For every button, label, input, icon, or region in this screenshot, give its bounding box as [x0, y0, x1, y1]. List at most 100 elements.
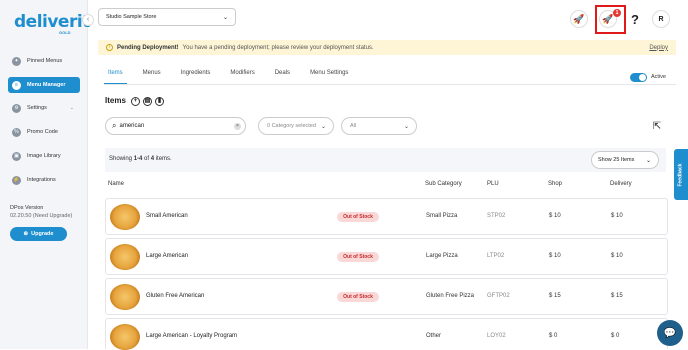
- page-size-value: Show 25 Items: [598, 157, 635, 163]
- logo-sub: GOLD: [59, 30, 71, 35]
- tab-items[interactable]: Items: [104, 70, 127, 84]
- item-plu: LOY02: [487, 333, 506, 339]
- tab-deals[interactable]: Deals: [271, 70, 294, 84]
- sidebar-item-image-library[interactable]: ▣ Image Library: [8, 148, 80, 164]
- chat-icon: 💬: [663, 327, 677, 339]
- status-badge: Out of Stock: [337, 212, 379, 222]
- feedback-tab[interactable]: Feedback: [674, 149, 688, 200]
- tab-modifiers[interactable]: Modifiers: [226, 70, 258, 84]
- sidebar-item-label: Pinned Menus: [27, 58, 63, 64]
- page-size-select[interactable]: Show 25 Items ⌄: [591, 151, 659, 169]
- pending-deployment-alert: i Pending Deployment! You have a pending…: [98, 40, 676, 55]
- search-input[interactable]: ⌕ american ×: [105, 117, 246, 135]
- item-name: Gluten Free American: [146, 293, 205, 299]
- tab-menus[interactable]: Menus: [139, 70, 165, 84]
- gear-icon: ⚙: [12, 103, 21, 113]
- alert-title: Pending Deployment!: [117, 44, 179, 51]
- collapse-sidebar-button[interactable]: ‹: [82, 14, 94, 26]
- chevron-down-icon: ⌄: [320, 123, 326, 130]
- category-value: 0 Category selected: [267, 123, 316, 129]
- item-shop-price: $ 0: [549, 333, 558, 339]
- image-icon: ▣: [12, 151, 21, 161]
- sidebar-item-menu-manager[interactable]: ≡ Menu Manager: [8, 77, 80, 93]
- search-icon: ⌕: [112, 121, 117, 130]
- rocket-icon: 🚀: [573, 13, 585, 24]
- help-button[interactable]: ?: [626, 10, 644, 28]
- pizza-image: [110, 284, 140, 310]
- category-select[interactable]: 0 Category selected ⌄: [258, 117, 334, 135]
- upgrade-label: Upgrade: [31, 231, 54, 237]
- table-row[interactable]: Large American - Loyalty Program Other L…: [105, 318, 668, 350]
- status-badge: Out of Stock: [337, 252, 379, 262]
- alert-message: You have a pending deployment; please re…: [182, 44, 374, 51]
- avatar[interactable]: R: [652, 10, 670, 28]
- item-sub-category: Large Pizza: [426, 253, 458, 259]
- sidebar: deliverit GOLD ✦ Pinned Menus ≡ Menu Man…: [0, 0, 90, 349]
- showing-prefix: Showing: [109, 156, 134, 162]
- select-mode-icon[interactable]: ⇱: [648, 117, 666, 135]
- logo[interactable]: deliverit: [14, 12, 90, 32]
- info-icon: i: [106, 44, 113, 51]
- menu-icon: ≡: [12, 80, 21, 90]
- column-header-name[interactable]: Name: [108, 181, 124, 187]
- column-header-delivery[interactable]: Delivery: [610, 181, 632, 187]
- rocket-icon: 🚀: [602, 13, 614, 24]
- plug-icon: ⚡: [12, 175, 21, 185]
- table-row[interactable]: Small American Out of Stock Small Pizza …: [105, 198, 668, 235]
- table-row[interactable]: Gluten Free American Out of Stock Gluten…: [105, 278, 668, 315]
- sidebar-item-label: Menu Manager: [27, 82, 66, 88]
- tab-menu-settings[interactable]: Menu Settings: [306, 70, 352, 84]
- upgrade-icon: ⊕: [23, 231, 29, 237]
- item-shop-price: $ 15: [549, 293, 561, 299]
- item-name: Small American: [146, 213, 188, 219]
- table-row[interactable]: Large American Out of Stock Large Pizza …: [105, 238, 668, 275]
- item-shop-price: $ 10: [549, 253, 561, 259]
- sidebar-item-integrations[interactable]: ⚡ Integrations: [8, 172, 80, 188]
- summary-bar: [105, 148, 666, 172]
- deploy-link[interactable]: Deploy: [649, 45, 668, 51]
- column-header-plu[interactable]: PLU: [487, 181, 499, 187]
- column-header-sub-category[interactable]: Sub Category: [425, 181, 462, 187]
- rocket-button[interactable]: 🚀: [570, 10, 588, 28]
- pizza-image: [110, 244, 140, 270]
- item-plu: STP02: [487, 213, 506, 219]
- item-plu: GFTP02: [487, 293, 510, 299]
- store-name: Studio Sample Store: [106, 14, 157, 20]
- chevron-down-icon: ⌄: [645, 157, 651, 164]
- sidebar-item-promo-code[interactable]: % Promo Code: [8, 124, 80, 140]
- sidebar-item-label: Promo Code: [27, 129, 58, 135]
- bookmark-icon[interactable]: ▮: [155, 97, 164, 106]
- notification-badge: 1: [613, 9, 621, 17]
- tab-ingredients[interactable]: Ingredients: [177, 70, 215, 84]
- feedback-label: Feedback: [678, 162, 685, 187]
- showing-text: Showing 1-4 of 4 items.: [109, 156, 172, 162]
- add-item-icon[interactable]: +: [131, 97, 140, 106]
- active-toggle[interactable]: [630, 73, 647, 82]
- sidebar-item-pinned-menus[interactable]: ✦ Pinned Menus: [8, 53, 80, 69]
- status-value: All: [350, 123, 357, 129]
- tab-divider: [104, 84, 676, 85]
- item-delivery-price: $ 0: [611, 333, 620, 339]
- print-icon[interactable]: ▤: [143, 97, 152, 106]
- showing-of: of: [142, 156, 151, 162]
- status-select[interactable]: All ⌄: [341, 117, 417, 135]
- pizza-image: [110, 204, 140, 230]
- upgrade-button[interactable]: ⊕ Upgrade: [10, 227, 67, 241]
- chevron-down-icon: ⌄: [69, 105, 74, 111]
- item-delivery-price: $ 10: [611, 253, 623, 259]
- page-title: Items: [105, 96, 126, 105]
- tab-bar: Items Menus Ingredients Modifiers Deals …: [104, 70, 364, 84]
- chevron-down-icon: ⌄: [403, 123, 409, 130]
- column-header-shop[interactable]: Shop: [548, 181, 562, 187]
- sidebar-item-settings[interactable]: ⚙ Settings ⌄: [8, 100, 80, 116]
- sidebar-item-label: Image Library: [27, 153, 61, 159]
- clear-icon[interactable]: ×: [234, 122, 241, 130]
- store-select[interactable]: Studio Sample Store ⌄: [98, 8, 236, 26]
- chat-button[interactable]: 💬: [657, 320, 683, 346]
- search-value: american: [119, 123, 145, 129]
- tag-icon: %: [12, 127, 21, 137]
- item-sub-category: Other: [426, 333, 442, 339]
- help-icon: ?: [631, 11, 639, 27]
- status-badge: Out of Stock: [337, 292, 379, 302]
- pizza-image: [110, 324, 140, 350]
